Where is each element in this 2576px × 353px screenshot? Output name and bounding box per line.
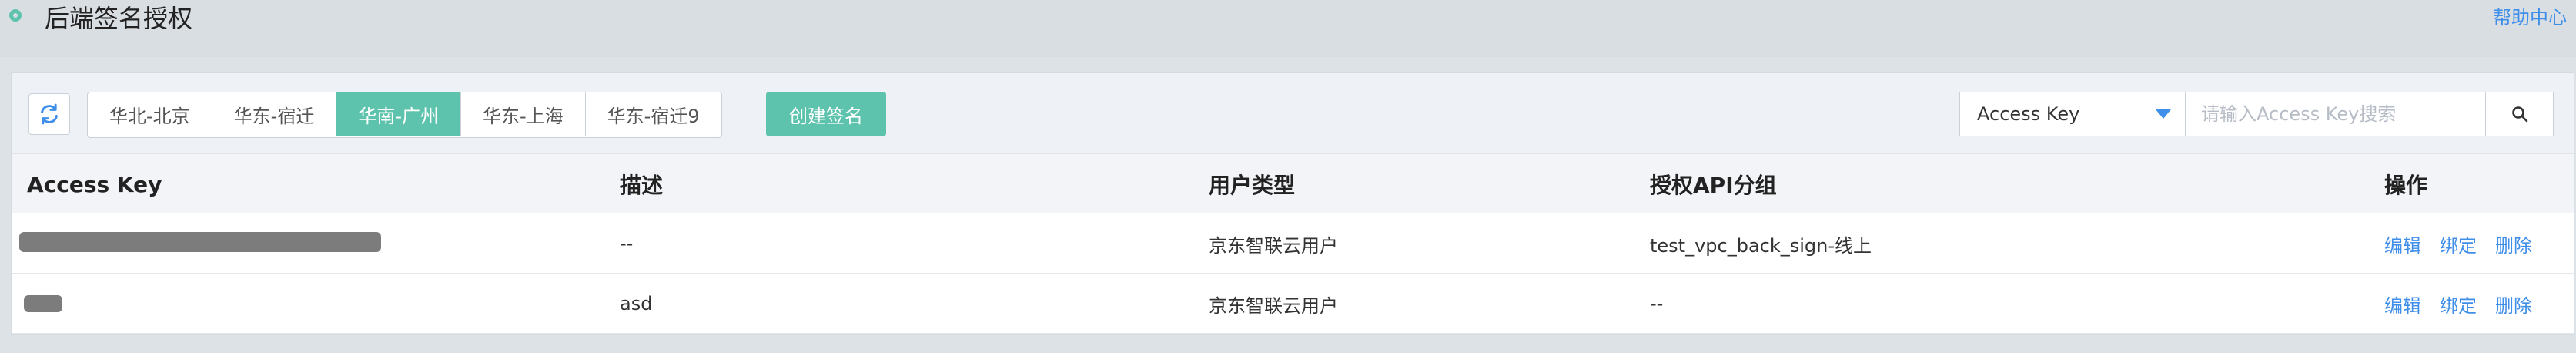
tab-region-suqian9[interactable]: 华东-宿迁9 [586,92,721,136]
refresh-icon [41,103,58,125]
column-header-actions: 操作 [2384,173,2428,198]
search-field-select-value: Access Key [1977,103,2080,125]
create-signature-button[interactable]: 创建签名 [766,92,886,136]
tab-region-beijing[interactable]: 华北-北京 [88,92,212,136]
table-header: Access Key 描述 用户类型 授权API分组 操作 [12,153,2574,213]
description-cell: asd [620,293,653,314]
redacted-access-key [24,295,62,312]
table-row: asd 京东智联云用户 -- 编辑 绑定 删除 [12,274,2574,334]
search-field-select[interactable]: Access Key [1959,92,2186,136]
column-header-user-type: 用户类型 [1209,173,1296,198]
delete-button[interactable]: 删除 [2495,291,2532,318]
help-center-link[interactable]: 帮助中心 [2493,6,2567,29]
delete-button[interactable]: 删除 [2495,230,2532,257]
actions-cell: 编辑 绑定 删除 [2384,213,2532,274]
search-icon [2511,106,2527,123]
tab-region-guangzhou[interactable]: 华南-广州 [336,92,462,136]
main-panel: yangxin180 yangxin180 yangxin180 yangxin… [11,72,2574,335]
tab-region-suqian[interactable]: 华东-宿迁 [212,92,337,136]
caret-down-icon [2156,109,2171,119]
edit-button[interactable]: 编辑 [2384,291,2421,318]
region-tabs: 华北-北京 华东-宿迁 华南-广州 华东-上海 华东-宿迁9 [87,92,722,138]
description-cell: -- [620,233,634,254]
bind-button[interactable]: 绑定 [2440,230,2477,257]
search-button[interactable] [2486,92,2554,136]
user-type-cell: 京东智联云用户 [1209,294,1338,317]
api-group-cell: test_vpc_back_sign-线上 [1650,234,1872,257]
access-key-cell [19,213,389,274]
refresh-button[interactable] [28,93,70,135]
bind-button[interactable]: 绑定 [2440,291,2477,318]
page-title: 后端签名授权 [45,4,193,33]
column-header-description: 描述 [620,173,664,198]
redacted-access-key [19,232,381,252]
status-dot-icon [9,9,22,22]
api-group-cell: -- [1650,293,1664,314]
column-header-access-key: Access Key [27,171,162,197]
search-input[interactable] [2186,92,2486,136]
access-key-cell [19,274,389,334]
user-type-cell: 京东智联云用户 [1209,234,1338,257]
table-row: -- 京东智联云用户 test_vpc_back_sign-线上 编辑 绑定 删… [12,213,2574,274]
search-group: Access Key [1959,92,2554,136]
column-header-api-group: 授权API分组 [1650,173,1777,198]
page-header: 后端签名授权 帮助中心 [0,0,2576,57]
edit-button[interactable]: 编辑 [2384,230,2421,257]
tab-region-shanghai[interactable]: 华东-上海 [461,92,586,136]
toolbar: 华北-北京 华东-宿迁 华南-广州 华东-上海 华东-宿迁9 创建签名 Acce… [12,73,2574,153]
actions-cell: 编辑 绑定 删除 [2384,274,2532,334]
